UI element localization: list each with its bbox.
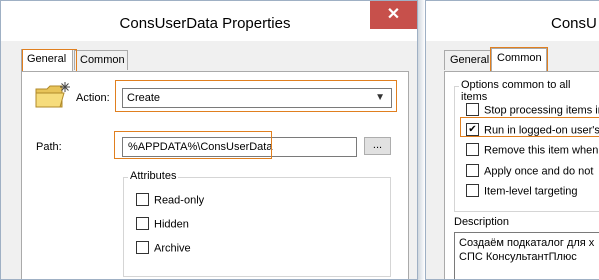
- description-label: Description: [454, 216, 510, 228]
- description-textarea[interactable]: Создаём подкаталог для х СПС Консультант…: [454, 232, 599, 279]
- tab-general-2[interactable]: General: [444, 50, 491, 70]
- stop-processing-checkbox-box[interactable]: [466, 103, 479, 116]
- tab-general-label: General: [27, 53, 67, 65]
- title-bar-2: ConsU: [426, 1, 599, 41]
- tab-common-label-2: Common: [497, 52, 542, 64]
- window-title-2: ConsU: [551, 15, 597, 32]
- item-level-targeting-checkbox-box[interactable]: [466, 184, 479, 197]
- attributes-title: Attributes: [128, 170, 179, 182]
- options-title: Options common to all items: [459, 79, 599, 103]
- browse-button[interactable]: ...: [364, 137, 391, 155]
- item-level-targeting-checkbox[interactable]: Item-level targeting: [466, 184, 578, 201]
- item-level-targeting-label: Item-level targeting: [484, 185, 578, 198]
- general-panel: Action: Create ▼ Path: %APPDATA%\ConsUse…: [21, 71, 409, 279]
- archive-label: Archive: [154, 242, 191, 255]
- tab-common[interactable]: Common: [74, 50, 128, 70]
- readonly-checkbox[interactable]: Read-only: [136, 193, 205, 210]
- path-label: Path:: [36, 141, 62, 153]
- stop-processing-checkbox[interactable]: Stop processing items in: [466, 103, 599, 120]
- tab-general[interactable]: General: [21, 49, 73, 71]
- action-select-value: Create: [127, 92, 161, 104]
- archive-checkbox[interactable]: Archive: [136, 241, 191, 258]
- stop-processing-label: Stop processing items in: [484, 104, 599, 117]
- path-input-value: %APPDATA%\ConsUserData: [128, 141, 273, 153]
- action-select[interactable]: Create ▼: [122, 88, 392, 108]
- tab-common-2[interactable]: Common: [491, 48, 547, 72]
- properties-window-2: ConsU General Common Options common to a…: [425, 0, 599, 280]
- remove-item-label: Remove this item when: [484, 144, 599, 157]
- apply-once-label: Apply once and do not: [484, 165, 594, 178]
- path-input[interactable]: %APPDATA%\ConsUserData: [122, 137, 357, 157]
- checkmark-icon[interactable]: ✔: [466, 123, 479, 136]
- readonly-checkbox-box[interactable]: [136, 193, 149, 206]
- remove-item-checkbox-box[interactable]: [466, 143, 479, 156]
- hidden-label: Hidden: [154, 218, 189, 231]
- archive-checkbox-box[interactable]: [136, 241, 149, 254]
- description-line-2: СПС КонсультантПлюс: [459, 251, 577, 263]
- hidden-checkbox-box[interactable]: [136, 217, 149, 230]
- folder-new-icon: [35, 82, 70, 108]
- remove-item-checkbox[interactable]: Remove this item when: [466, 143, 599, 160]
- window-title: ConsUserData Properties: [119, 15, 291, 32]
- description-line-1: Создаём подкаталог для х: [459, 237, 595, 249]
- common-panel: Options common to all items Stop process…: [444, 71, 599, 279]
- action-label: Action:: [76, 92, 110, 104]
- properties-window: ConsUserData Properties ✕ General Common…: [0, 0, 418, 280]
- chevron-down-icon[interactable]: ▼: [375, 89, 385, 107]
- close-button[interactable]: ✕: [370, 1, 417, 29]
- window-gap: [418, 0, 425, 280]
- hidden-checkbox[interactable]: Hidden: [136, 217, 189, 234]
- run-logged-on-label: Run in logged-on user's: [484, 124, 599, 137]
- apply-once-checkbox[interactable]: Apply once and do not: [466, 164, 594, 181]
- tab-general-label-2: General: [450, 54, 490, 66]
- readonly-label: Read-only: [154, 194, 205, 207]
- apply-once-checkbox-box[interactable]: [466, 164, 479, 177]
- tab-common-label: Common: [80, 54, 125, 66]
- run-logged-on-checkbox[interactable]: ✔ Run in logged-on user's: [466, 123, 599, 140]
- title-bar: ConsUserData Properties: [1, 1, 417, 41]
